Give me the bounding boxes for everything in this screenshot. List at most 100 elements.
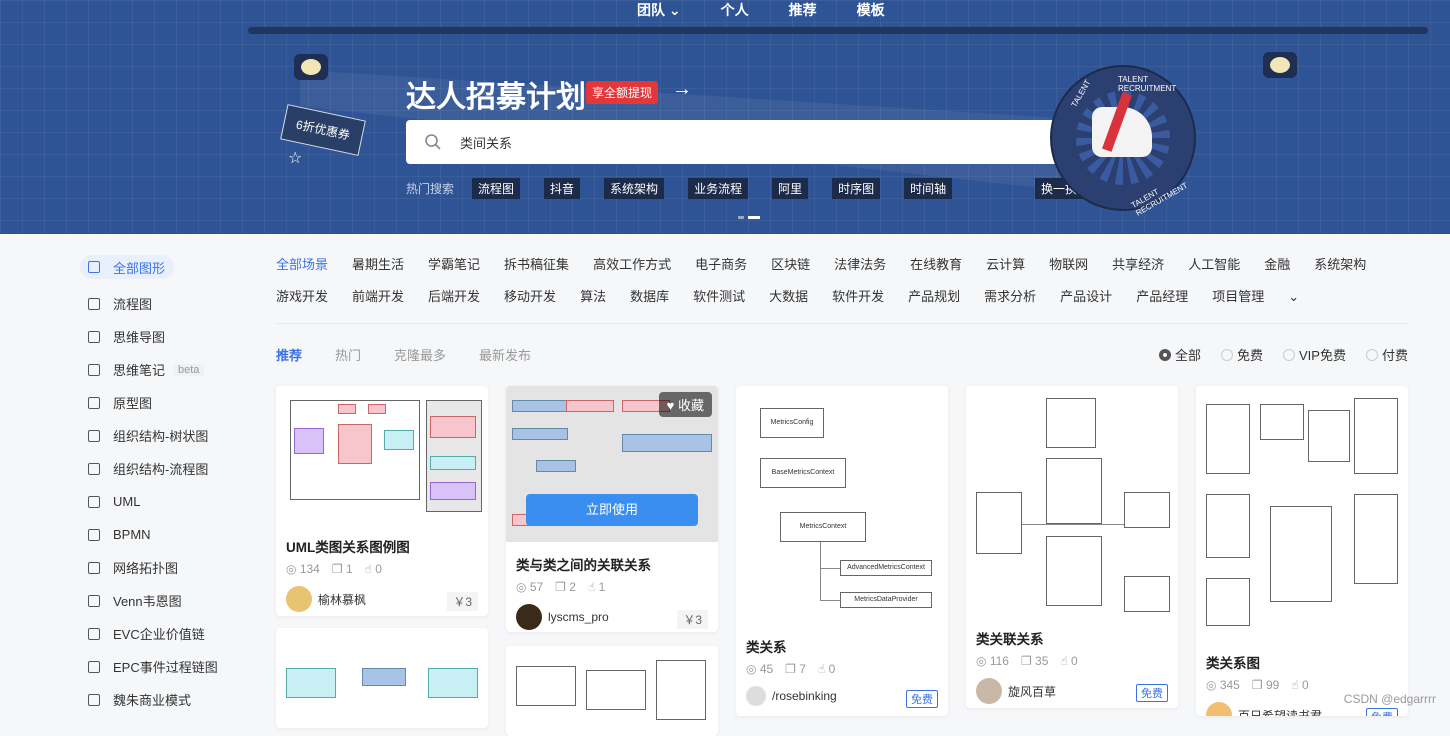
card-author[interactable]: /rosebinking [746, 686, 837, 706]
category-item[interactable]: 云计算 [986, 255, 1025, 275]
nav-templates[interactable]: 模板 [857, 0, 885, 20]
hot-tag[interactable]: 业务流程 [688, 178, 749, 199]
category-item[interactable]: 区块链 [771, 255, 810, 275]
category-item[interactable]: 产品经理 [1136, 287, 1188, 307]
filter-free[interactable]: 免费 [1221, 345, 1263, 364]
category-item[interactable]: 项目管理 [1212, 287, 1264, 307]
hot-tag[interactable]: 时间轴 [904, 178, 953, 199]
arrow-right-icon[interactable]: → [672, 78, 692, 101]
card-author[interactable]: 百日希望读书君 [1206, 702, 1322, 716]
card-title[interactable]: 类关系图 [1206, 652, 1260, 672]
author-name[interactable]: 榆林慕枫 [318, 591, 366, 608]
hot-tag[interactable]: 系统架构 [604, 178, 665, 199]
sidebar-item-all[interactable]: 全部图形 [80, 255, 174, 279]
card-author[interactable]: 榆林慕枫 [286, 586, 366, 612]
template-card[interactable]: MetricsConfig BaseMetricsContext Metrics… [736, 386, 948, 716]
hot-tag[interactable]: 流程图 [472, 178, 521, 199]
sidebar-item-org-flow[interactable]: 组织结构-流程图 [80, 452, 250, 485]
sidebar-item-business-model[interactable]: 魏朱商业模式 [80, 683, 250, 716]
category-item[interactable]: 学霸笔记 [428, 255, 480, 275]
carousel-dot-active[interactable] [748, 216, 760, 219]
template-card[interactable] [506, 646, 718, 736]
category-item[interactable]: 游戏开发 [276, 287, 328, 307]
sidebar-item-evc[interactable]: EVC企业价值链 [80, 617, 250, 650]
sidebar-item-uml[interactable]: UML [80, 485, 250, 518]
card-thumbnail[interactable]: 立即使用 ♥ 收藏 [506, 386, 718, 542]
hot-tag[interactable]: 时序图 [832, 178, 881, 199]
card-title[interactable]: 类关系 [746, 636, 787, 656]
tab-most-cloned[interactable]: 克隆最多 [394, 345, 446, 364]
favorite-button[interactable]: ♥ 收藏 [658, 392, 712, 417]
category-item[interactable]: 共享经济 [1112, 255, 1164, 275]
nav-team[interactable]: 团队 ⌄ [637, 0, 681, 20]
category-item[interactable]: 后端开发 [428, 287, 480, 307]
category-item[interactable]: 软件开发 [832, 287, 884, 307]
avatar[interactable] [286, 586, 312, 612]
sidebar-item-network[interactable]: 网络拓扑图 [80, 551, 250, 584]
banner-title[interactable]: 达人招募计划 [406, 72, 586, 116]
search-icon[interactable] [424, 133, 442, 151]
template-card[interactable]: 类关联关系 ◎ 116 ❐ 35 ☝ 0 旋风百草 免费 [966, 386, 1178, 708]
filter-vip-free[interactable]: VIP免费 [1283, 345, 1346, 364]
category-item[interactable]: 暑期生活 [352, 255, 404, 275]
card-title[interactable]: UML类图关系图例图 [286, 536, 410, 556]
category-item[interactable]: 在线教育 [910, 255, 962, 275]
sidebar-item-flowchart[interactable]: 流程图 [80, 287, 250, 320]
author-name[interactable]: 旋风百草 [1008, 683, 1056, 700]
category-item[interactable]: 金融 [1264, 255, 1290, 275]
author-name[interactable]: lyscms_pro [548, 610, 609, 624]
filter-paid[interactable]: 付费 [1365, 345, 1408, 364]
avatar[interactable] [976, 678, 1002, 704]
category-item[interactable]: 高效工作方式 [593, 255, 671, 275]
sidebar-item-prototype[interactable]: 原型图 [80, 386, 250, 419]
hot-tag[interactable]: 阿里 [772, 178, 809, 199]
template-card[interactable] [276, 628, 488, 728]
card-thumbnail[interactable] [966, 386, 1178, 616]
avatar[interactable] [1206, 702, 1232, 716]
category-item[interactable]: 全部场景 [276, 255, 328, 275]
category-item[interactable]: 软件测试 [693, 287, 745, 307]
tab-hot[interactable]: 热门 [335, 345, 361, 364]
card-thumbnail[interactable]: MetricsConfig BaseMetricsContext Metrics… [736, 386, 948, 626]
card-thumbnail[interactable] [1196, 386, 1408, 636]
category-item[interactable]: 产品规划 [908, 287, 960, 307]
sidebar-item-venn[interactable]: Venn韦恩图 [80, 584, 250, 617]
author-name[interactable]: 百日希望读书君 [1238, 707, 1322, 717]
template-card[interactable]: UML类图关系图例图 ◎ 134 ❐ 1 ☝ 0 榆林慕枫 ￥3 [276, 386, 488, 616]
avatar[interactable] [746, 686, 766, 706]
category-item[interactable]: 产品设计 [1060, 287, 1112, 307]
hot-tag[interactable]: 抖音 [544, 178, 581, 199]
category-item[interactable]: 法律法务 [834, 255, 886, 275]
template-card[interactable]: 立即使用 ♥ 收藏 类与类之间的关联关系 ◎ 57 ❐ 2 ☝ 1 lyscms_p… [506, 386, 718, 632]
filter-all[interactable]: 全部 [1158, 345, 1201, 364]
category-item[interactable]: 算法 [580, 287, 606, 307]
tab-latest[interactable]: 最新发布 [479, 345, 531, 364]
category-item[interactable]: 系统架构 [1314, 255, 1366, 275]
sidebar-item-epc[interactable]: EPC事件过程链图 [80, 650, 250, 683]
category-item[interactable]: 人工智能 [1188, 255, 1240, 275]
sidebar-item-mindmap[interactable]: 思维导图 [80, 320, 250, 353]
category-item[interactable]: 移动开发 [504, 287, 556, 307]
promo-pill[interactable]: 享全额提现 [586, 81, 659, 104]
card-title[interactable]: 类与类之间的关联关系 [516, 554, 651, 574]
sidebar-item-bpmn[interactable]: BPMN [80, 518, 250, 551]
category-item[interactable]: 拆书稿征集 [504, 255, 569, 275]
use-now-button[interactable]: 立即使用 [526, 494, 698, 526]
nav-personal[interactable]: 个人 [721, 0, 749, 20]
avatar[interactable] [516, 604, 542, 630]
sidebar-item-notes[interactable]: 思维笔记 beta [80, 353, 250, 386]
tab-recommend[interactable]: 推荐 [276, 345, 302, 364]
card-author[interactable]: 旋风百草 [976, 678, 1056, 704]
category-item[interactable]: 前端开发 [352, 287, 404, 307]
card-thumbnail[interactable] [276, 386, 488, 521]
author-name[interactable]: /rosebinking [772, 689, 837, 703]
sidebar-item-org-tree[interactable]: 组织结构-树状图 [80, 419, 250, 452]
card-title[interactable]: 类关联关系 [976, 628, 1044, 648]
carousel-dots[interactable] [738, 216, 760, 219]
category-item[interactable]: 电子商务 [695, 255, 747, 275]
category-item[interactable]: 大数据 [769, 287, 808, 307]
category-item[interactable]: 需求分析 [984, 287, 1036, 307]
nav-recommend[interactable]: 推荐 [789, 0, 817, 20]
card-author[interactable]: lyscms_pro [516, 604, 609, 630]
carousel-dot[interactable] [738, 216, 744, 219]
